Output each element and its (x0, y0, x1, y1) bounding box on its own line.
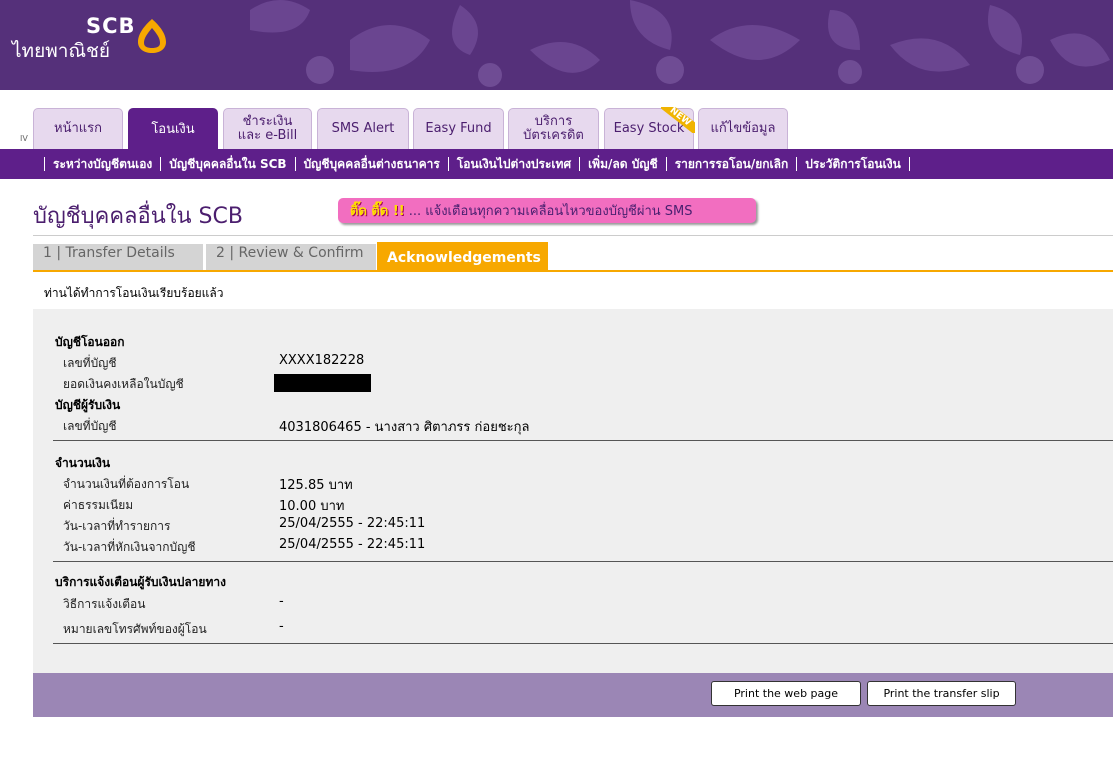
sms-promo-text: ... แจ้งเตือนทุกความเคลื่อนไหวของบัญชีผ่… (408, 204, 693, 219)
sms-promo-highlight: ติ๊ด ติ๊ด !! (350, 204, 405, 219)
sender-phone-label: หมายเลขโทรศัพท์ของผู้โอน (63, 622, 207, 636)
debit-datetime-value: 25/04/2555 - 22:45:11 (279, 537, 426, 552)
tab-easy-stock[interactable]: Easy Stock NEW (604, 107, 695, 149)
subnav-overseas[interactable]: โอนเงินไปต่างประเทศ (447, 157, 579, 171)
banner-pattern (250, 0, 1110, 87)
tab-transfer[interactable]: โอนเงิน (128, 108, 218, 150)
subnav-other-bank[interactable]: บัญชีบุคคลอื่นต่างธนาคาร (294, 157, 448, 171)
sender-phone-value: - (279, 619, 284, 634)
from-account-heading: บัญชีโอนออก (55, 335, 125, 349)
scb-lotus-icon (138, 19, 166, 53)
page-title: บัญชีบุคคลอื่นใน SCB (33, 204, 243, 229)
tab-label: หน้าแรก (54, 121, 102, 136)
receipt-panel: บัญชีโอนออก เลขที่บัญชี XXXX182228 ยอดเง… (33, 309, 1113, 673)
logo-thai-text: ไทยพาณิชย์ (12, 40, 111, 62)
notify-heading: บริการแจ้งเตือนผู้รับเงินปลายทาง (55, 575, 226, 589)
progress-steps: 1 | Transfer Details 2 | Review & Confir… (33, 242, 1113, 272)
action-bar: Print the web page Print the transfer sl… (33, 673, 1113, 717)
scb-logo[interactable]: SCB ไทยพาณิชย์ (12, 14, 182, 64)
balance-redacted (274, 374, 371, 392)
header-banner: SCB ไทยพาณิชย์ (0, 0, 1113, 90)
amount-label: จำนวนเงินที่ต้องการโอน (63, 477, 190, 491)
amount-heading: จำนวนเงิน (55, 456, 111, 470)
tab-label: Easy Fund (425, 121, 492, 136)
notify-method-label: วิธีการแจ้งเตือน (63, 597, 146, 611)
tab-home[interactable]: หน้าแรก (33, 108, 123, 149)
side-mark: IV (20, 134, 28, 143)
to-account-heading: บัญชีผู้รับเงิน (55, 398, 121, 412)
step-transfer-details: 1 | Transfer Details (33, 244, 203, 270)
subnav-history[interactable]: ประวัติการโอนเงิน (796, 157, 910, 171)
debit-datetime-label: วัน-เวลาที่หักเงินจากบัญชี (63, 540, 196, 554)
amount-value: 125.85 บาท (279, 478, 353, 493)
tab-label: โอนเงิน (151, 121, 195, 137)
fee-value: 10.00 บาท (279, 499, 345, 514)
tab-label: SMS Alert (331, 121, 395, 136)
tab-easy-fund[interactable]: Easy Fund (413, 108, 504, 149)
tab-label: บริการ บัตรเครดิต (523, 114, 584, 143)
title-divider (33, 235, 1113, 236)
sub-navigation: ระหว่างบัญชีตนเอง บัญชีบุคคลอื่นใน SCB บ… (0, 149, 1113, 179)
fee-label: ค่าธรรมเนียม (63, 498, 134, 512)
tab-credit-card[interactable]: บริการ บัตรเครดิต (508, 108, 599, 149)
new-badge: NEW (661, 107, 695, 133)
from-account-label: เลขที่บัญชี (63, 356, 117, 370)
tab-label: แก้ไขข้อมูล (710, 121, 776, 136)
section-divider (53, 440, 1113, 441)
logo-scb-text: SCB (86, 14, 136, 38)
section-divider (53, 643, 1113, 644)
section-divider (53, 561, 1113, 562)
print-page-button[interactable]: Print the web page (711, 681, 861, 706)
tab-edit-profile[interactable]: แก้ไขข้อมูล (698, 108, 788, 149)
subnav-own-accounts[interactable]: ระหว่างบัญชีตนเอง (44, 157, 160, 171)
notify-method-value: - (279, 594, 284, 609)
tab-label: ชำระเงิน และ e-Bill (237, 114, 298, 143)
to-account-value: 4031806465 - นางสาว ศิตาภรร ก่อยชะกุล (279, 420, 530, 435)
subnav-other-scb[interactable]: บัญชีบุคคลอื่นใน SCB (160, 157, 294, 171)
subnav-manage-accounts[interactable]: เพิ่ม/ลด บัญชี (579, 157, 666, 171)
tab-sms-alert[interactable]: SMS Alert (317, 108, 409, 149)
subnav-pending[interactable]: รายการรอโอน/ยกเลิก (665, 157, 797, 171)
balance-label: ยอดเงินคงเหลือในบัญชี (63, 377, 184, 391)
step-acknowledgements: Acknowledgements (377, 242, 548, 270)
success-message: ท่านได้ทำการโอนเงินเรียบร้อยแล้ว (44, 286, 224, 300)
from-account-value: XXXX182228 (279, 353, 365, 368)
tab-bill-payment[interactable]: ชำระเงิน และ e-Bill (223, 108, 312, 149)
transaction-datetime-value: 25/04/2555 - 22:45:11 (279, 516, 426, 531)
sms-promo-banner[interactable]: ติ๊ด ติ๊ด !! ... แจ้งเตือนทุกความเคลื่อน… (338, 198, 756, 223)
step-review-confirm: 2 | Review & Confirm (206, 244, 376, 270)
to-account-label: เลขที่บัญชี (63, 419, 117, 433)
transaction-datetime-label: วัน-เวลาที่ทำรายการ (63, 519, 171, 533)
print-slip-button[interactable]: Print the transfer slip (867, 681, 1016, 706)
